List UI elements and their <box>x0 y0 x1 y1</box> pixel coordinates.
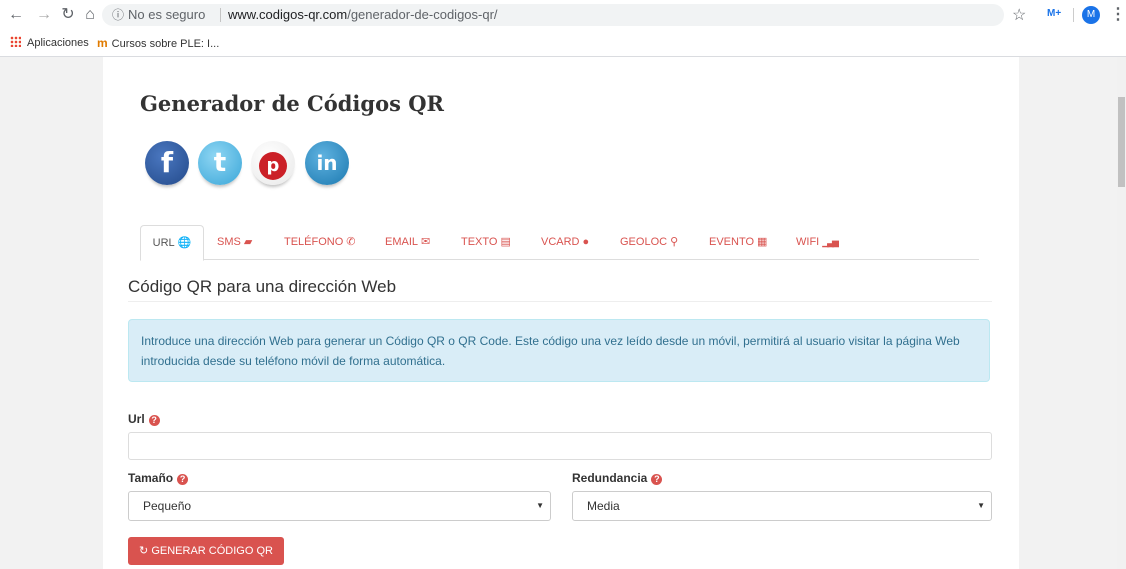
map-marker-icon: ⚲ <box>670 236 679 248</box>
tab-email[interactable]: EMAIL ✉ <box>385 225 430 259</box>
browser-menu-icon[interactable]: ⋮ <box>1110 4 1126 24</box>
chevron-down-icon: ▼ <box>536 501 544 510</box>
phone-icon: ✆ <box>346 236 356 248</box>
apps-icon <box>10 36 21 47</box>
bookmark-cursos-ple[interactable]: m Cursos sobre PLE: I... <box>97 36 219 50</box>
scroll-thumb[interactable] <box>1118 97 1125 187</box>
forward-icon[interactable]: → <box>34 5 54 25</box>
home-icon[interactable]: ⌂ <box>80 5 100 25</box>
section-divider <box>128 301 992 302</box>
size-label: Tamaño? <box>128 471 189 485</box>
tab-texto[interactable]: TEXTO ▤ <box>461 225 511 259</box>
bookmark-star-icon[interactable]: ☆ <box>1012 5 1026 25</box>
qr-type-tabs: URL 🌐 SMS ▰ TELÉFONO ✆ EMAIL ✉ TEXTO ▤ VCARD ●… <box>140 225 979 261</box>
help-icon[interactable]: ? <box>148 415 160 426</box>
back-icon[interactable]: ← <box>6 5 26 25</box>
facebook-icon[interactable]: f <box>145 141 189 185</box>
tab-wifi[interactable]: WIFI ▁▃▅ <box>796 225 839 259</box>
help-icon[interactable]: ? <box>177 474 189 485</box>
generate-qr-button[interactable]: ↻ GENERAR CÓDIGO QR <box>128 537 284 565</box>
chevron-down-icon: ▼ <box>977 501 985 510</box>
page-container: Generador de Códigos QR f t p in URL 🌐 SM… <box>103 57 1019 569</box>
tab-vcard[interactable]: VCARD ● <box>541 225 589 259</box>
omnibox-divider <box>220 8 221 22</box>
reload-icon[interactable]: ↻ <box>58 5 78 25</box>
refresh-icon: ↻ <box>139 545 152 557</box>
size-select[interactable]: Pequeño ▼ <box>128 491 551 521</box>
browser-toolbar: ← → ↻ ⌂ ⓘ No es seguro www.codigos-qr.co… <box>0 0 1126 30</box>
bookmarks-bar: Aplicaciones m Cursos sobre PLE: I... <box>0 30 1126 57</box>
user-icon: ● <box>582 236 590 248</box>
calendar-icon: ▦ <box>757 236 768 248</box>
comment-icon: ▰ <box>243 236 253 248</box>
ple-icon: m <box>97 36 108 50</box>
page-scrollbar[interactable] <box>1117 57 1126 569</box>
toolbar-divider <box>1073 8 1074 22</box>
linkedin-icon[interactable]: in <box>305 141 349 185</box>
info-alert: Introduce una dirección Web para generar… <box>128 319 990 382</box>
bookmark-aplicaciones[interactable]: Aplicaciones <box>10 36 89 50</box>
tab-url[interactable]: URL 🌐 <box>140 225 204 261</box>
url-label: Url? <box>128 412 160 426</box>
security-label[interactable]: No es seguro <box>128 4 205 26</box>
list-icon: ▤ <box>500 236 511 248</box>
page-title: Generador de Códigos QR <box>140 91 444 116</box>
url-input[interactable] <box>128 432 992 460</box>
section-title: Código QR para una dirección Web <box>128 277 397 296</box>
tab-sms[interactable]: SMS ▰ <box>217 225 252 259</box>
redundancy-select[interactable]: Media ▼ <box>572 491 992 521</box>
signal-icon: ▁▃▅ <box>822 237 839 247</box>
envelope-icon: ✉ <box>421 236 431 248</box>
help-icon[interactable]: ? <box>651 474 663 485</box>
profile-avatar[interactable]: M <box>1082 6 1100 24</box>
url-text[interactable]: www.codigos-qr.com/generador-de-codigos-… <box>228 4 498 26</box>
info-icon[interactable]: ⓘ <box>112 4 124 26</box>
extension-icon[interactable]: M+ <box>1047 8 1061 19</box>
globe-icon: 🌐 <box>177 237 192 249</box>
tab-telefono[interactable]: TELÉFONO ✆ <box>284 225 356 259</box>
redundancy-label: Redundancia? <box>572 471 663 485</box>
twitter-icon[interactable]: t <box>198 141 242 185</box>
address-bar[interactable]: ⓘ No es seguro www.codigos-qr.com/genera… <box>102 4 1004 26</box>
tab-geoloc[interactable]: GEOLOC ⚲ <box>620 225 678 259</box>
pinterest-icon[interactable]: p <box>251 141 295 185</box>
tab-evento[interactable]: EVENTO ▦ <box>709 225 767 259</box>
